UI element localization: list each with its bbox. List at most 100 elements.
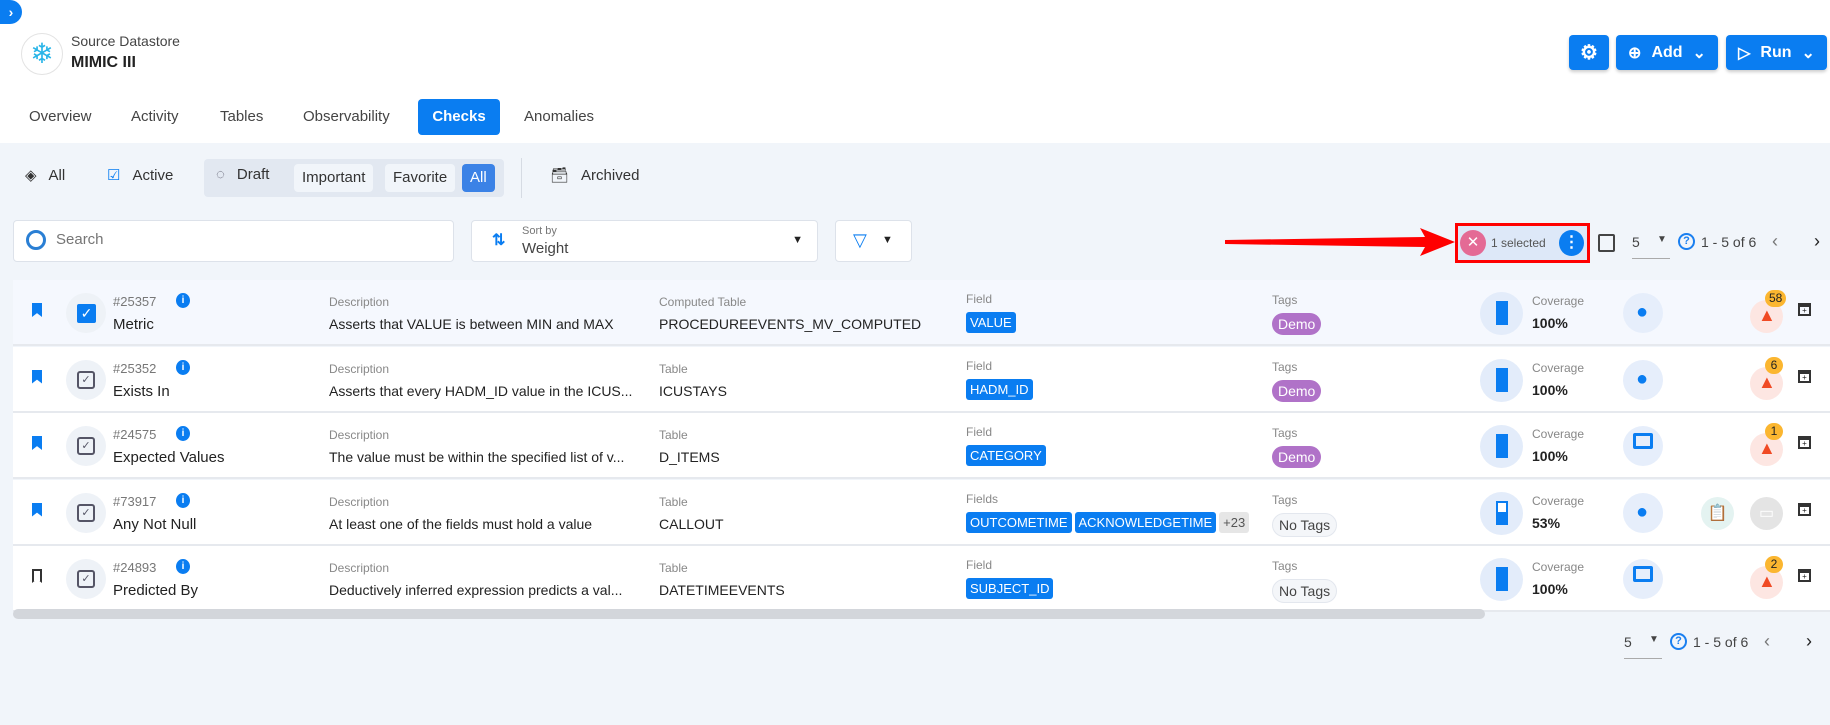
filter-draft[interactable]: ◌ Draft [216, 166, 269, 183]
archive-icon[interactable]: + [1798, 569, 1811, 582]
anomaly-count-badge: 58 [1765, 290, 1787, 307]
monitor-icon [1623, 559, 1663, 599]
note-icon[interactable]: ▭ [1750, 496, 1783, 530]
tab-tables[interactable]: Tables [208, 99, 275, 135]
tag-badge[interactable]: Demo [1272, 313, 1322, 335]
caret-down-icon: ▼ [1657, 234, 1667, 245]
add-button[interactable]: ⊕ Add ⌄ [1616, 35, 1718, 70]
anomaly-count-badge: 1 [1765, 423, 1783, 440]
run-button[interactable]: ▷ Run ⌄ [1726, 35, 1827, 70]
more-fields-chip[interactable]: +23 [1219, 511, 1250, 533]
rows-per-page-select[interactable]: 5 ▼ [1632, 234, 1670, 259]
tab-checks[interactable]: Checks [418, 99, 500, 135]
tab-overview[interactable]: Overview [17, 99, 104, 135]
bookmark-filled-icon[interactable] [32, 303, 42, 317]
filter-button[interactable]: ▽ ▼ [835, 220, 912, 262]
chevron-down-icon: ⌄ [1692, 44, 1706, 62]
bookmark-filled-icon[interactable] [32, 436, 42, 450]
next-page-button[interactable]: › [1814, 231, 1820, 252]
help-icon[interactable]: ? [1678, 233, 1695, 250]
table-row[interactable]: ✓ #25357 i Metric Description Asserts th… [13, 280, 1830, 346]
funnel-icon: ▽ [853, 230, 867, 250]
field-chip[interactable]: OUTCOMETIME [966, 511, 1072, 533]
check-type: Metric [113, 316, 154, 333]
clear-selection-button[interactable]: ✕ [1460, 230, 1486, 256]
tab-anomalies[interactable]: Anomalies [512, 99, 606, 135]
clipboard-check-icon[interactable]: 📋 [1701, 496, 1734, 530]
prev-page-button[interactable]: ‹ [1772, 231, 1778, 252]
archive-icon[interactable]: + [1798, 436, 1811, 449]
row-select-toggle[interactable]: ✓ [66, 426, 106, 466]
info-icon[interactable]: i [176, 426, 190, 441]
search-box[interactable] [13, 220, 454, 262]
horizontal-scrollbar[interactable] [13, 609, 1485, 619]
tab-observability[interactable]: Observability [291, 99, 402, 135]
row-select-toggle[interactable]: ✓ [66, 293, 106, 333]
coverage-indicator [1480, 358, 1523, 402]
field-chip[interactable]: CATEGORY [966, 445, 1046, 466]
field-chip[interactable]: HADM_ID [966, 378, 1033, 400]
table-row[interactable]: ✓ #24575 i Expected Values Description T… [13, 413, 1830, 479]
warning-icon: ▲ [1758, 571, 1776, 591]
annotation-arrow [1225, 228, 1455, 256]
archive-icon[interactable]: + [1798, 369, 1811, 383]
chevron-down-icon: ⌄ [1801, 44, 1815, 62]
checkbox-checked-icon: ✓ [77, 304, 96, 323]
tag-badge[interactable]: No Tags [1272, 579, 1338, 603]
field-chips: VALUE [966, 312, 1019, 333]
info-icon[interactable]: i [176, 559, 190, 574]
tag-badge[interactable]: Demo [1272, 379, 1322, 402]
bookmark-outline-icon[interactable] [32, 569, 42, 583]
archive-icon[interactable]: + [1798, 303, 1811, 316]
filter-important[interactable]: Important [294, 164, 374, 192]
warning-icon: ▲ [1758, 305, 1776, 325]
check-type: Exists In [113, 382, 170, 400]
settings-button[interactable]: ⚙ [1569, 35, 1609, 70]
bookmark-filled-icon[interactable] [32, 502, 42, 517]
tag-badge[interactable]: Demo [1272, 446, 1322, 468]
field-chips: OUTCOMETIME ACKNOWLEDGETIME +23 [966, 511, 1252, 533]
field-chip[interactable]: SUBJECT_ID [966, 578, 1054, 599]
search-input[interactable] [56, 231, 436, 248]
row-select-toggle[interactable]: ✓ [66, 559, 106, 599]
user-icon: ● [1623, 293, 1663, 333]
field-chip[interactable]: ACKNOWLEDGETIME [1074, 511, 1217, 533]
filter-active[interactable]: ☑ Active [107, 166, 173, 185]
info-icon[interactable]: i [176, 293, 190, 308]
archive-icon[interactable]: + [1798, 502, 1811, 516]
datastore-subtitle: Source Datastore [71, 33, 180, 49]
select-all-checkbox[interactable] [1598, 234, 1615, 252]
check-description: At least one of the fields must hold a v… [329, 515, 593, 532]
next-page-button[interactable]: › [1806, 631, 1812, 652]
rows-per-page-select[interactable]: 5 ▼ [1624, 634, 1662, 659]
tab-activity[interactable]: Activity [119, 99, 191, 135]
help-icon[interactable]: ? [1670, 633, 1687, 650]
check-document-icon: ✓ [77, 503, 95, 522]
table-row[interactable]: ✓ #25352 i Exists In Description Asserts… [13, 346, 1830, 413]
info-icon[interactable]: i [176, 359, 190, 375]
user-icon: ● [1623, 359, 1663, 400]
filter-archived[interactable]: 🗃 Archived [550, 166, 639, 185]
more-actions-button[interactable]: ⋮ [1559, 230, 1584, 256]
table-row[interactable]: ✓ #24893 i Predicted By Description Dedu… [13, 546, 1830, 612]
sidebar-expand-button[interactable]: › [0, 0, 22, 24]
check-id: #25352 [113, 360, 157, 376]
check-document-icon: ✓ [77, 570, 95, 588]
bookmark-filled-icon[interactable] [32, 369, 42, 384]
sort-select[interactable]: ⇅ Sort by Weight ▼ [471, 220, 818, 262]
filter-all-drafts[interactable]: All [462, 164, 495, 192]
sort-numeric-icon: ⇅ [492, 232, 506, 249]
row-select-toggle[interactable]: ✓ [66, 359, 106, 400]
check-table: DATETIMEEVENTS [659, 582, 785, 598]
row-select-toggle[interactable]: ✓ [66, 492, 106, 533]
tag-badge[interactable]: No Tags [1272, 512, 1338, 537]
check-description: Asserts that VALUE is between MIN and MA… [329, 316, 614, 332]
info-icon[interactable]: i [176, 492, 190, 508]
datastore-title: MIMIC III [71, 54, 136, 71]
caret-down-icon: ▼ [882, 234, 893, 246]
table-row[interactable]: ✓ #73917 i Any Not Null Description At l… [13, 479, 1830, 546]
filter-all[interactable]: ◈ All [25, 166, 65, 185]
field-chip[interactable]: VALUE [966, 312, 1016, 333]
prev-page-button[interactable]: ‹ [1764, 631, 1770, 652]
filter-favorite[interactable]: Favorite [385, 164, 456, 192]
